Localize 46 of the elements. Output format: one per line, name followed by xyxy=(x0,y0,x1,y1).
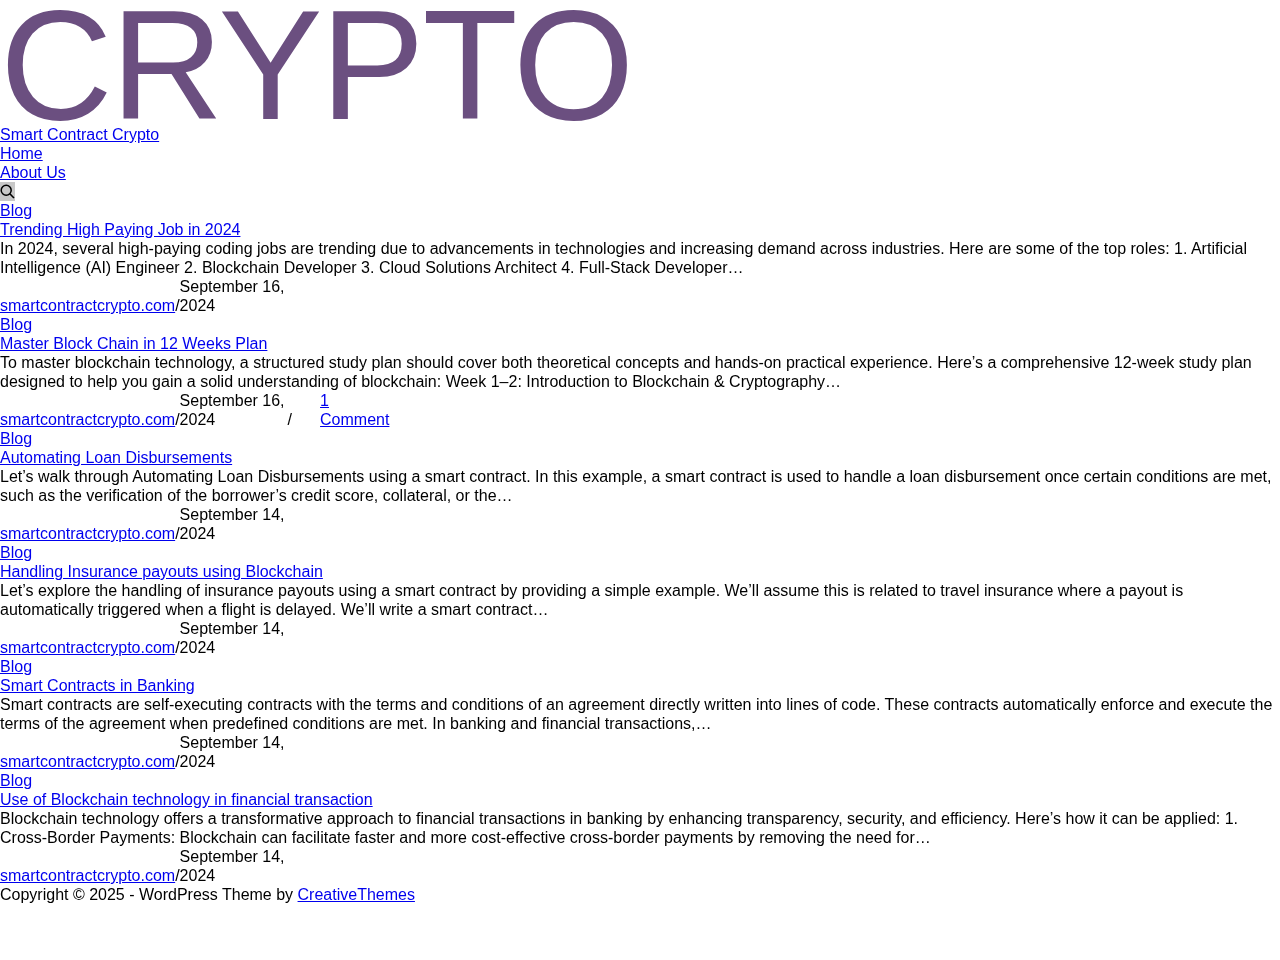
comments-link[interactable]: 1 Comment xyxy=(320,391,393,429)
post-excerpt: Blockchain technology offers a transformative approach to financial transactions in banking by enhancing transparency, security, and efficiency. Here’s how it can be applied: 1. Cross-Border Payments: Blockchain can facilitate faster and more cost-effective cross-border payments by removing the need for… xyxy=(0,809,1240,847)
post-date: September 16, 2024 xyxy=(179,277,286,315)
logo[interactable]: CRYPTO xyxy=(0,0,633,125)
post-excerpt: Let’s walk through Automating Loan Disbursements using a smart contract. In this example, a smart contract is used to handle a loan disbursement once certain conditions are met, such as the verification of the borrower’s credit score, collateral, or the… xyxy=(0,467,1273,505)
nav-link[interactable]: About Us xyxy=(0,163,66,182)
post-excerpt: Let’s explore the handling of insurance payouts using a smart contract by providing a simple example. We’ll assume this is related to travel insurance where a payout is automatically triggered when a flight is delayed. We’ll write a smart contract… xyxy=(0,581,1185,619)
post-excerpt: To master blockchain technology, a structured study plan should cover both theoretical concepts and hands-on practical experience. Here’s a comprehensive 12-week study plan designed to help you gain a solid understanding of blockchain: Week 1–2: Introduction to Blockchain & Cryptography… xyxy=(0,353,1253,391)
copyright-text: Copyright © 2025 - WordPress Theme by CreativeThemes xyxy=(0,885,416,904)
separator: / xyxy=(175,867,180,884)
separator: / xyxy=(175,525,180,542)
post-title-link[interactable]: Trending High Paying Job in 2024 xyxy=(0,220,241,239)
post-title-link[interactable]: Automating Loan Disbursements xyxy=(0,448,233,467)
footer-link[interactable]: CreativeThemes xyxy=(297,886,415,903)
search-icon xyxy=(0,184,15,199)
separator: / xyxy=(175,411,180,428)
author-link[interactable]: smartcontractcrypto.com xyxy=(0,753,176,770)
separator: / xyxy=(175,753,180,770)
post-date: September 14, 2024 xyxy=(179,619,286,657)
category-link[interactable]: Blog xyxy=(0,771,33,790)
category-link[interactable]: Blog xyxy=(0,543,33,562)
category-link[interactable]: Blog xyxy=(0,315,33,334)
post-title-link[interactable]: Master Block Chain in 12 Weeks Plan xyxy=(0,334,268,353)
separator: / xyxy=(287,411,293,428)
separator: / xyxy=(175,297,180,314)
post-excerpt: In 2024, several high-paying coding jobs are trending due to advancements in technologies and increasing demand across industries. Here are some of the top roles: 1. Artificial Intelligence (AI) Engineer 2. Blockchain Developer 3. Cloud Solutions Architect 4. Full-Stack Developer… xyxy=(0,239,1248,277)
post-title-link[interactable]: Use of Blockchain technology in financial transaction xyxy=(0,790,373,809)
nav-link[interactable]: Home xyxy=(0,144,43,163)
author-link[interactable]: smartcontractcrypto.com xyxy=(0,525,176,542)
category-link[interactable]: Blog xyxy=(0,657,33,676)
post-date: September 14, 2024 xyxy=(179,847,286,885)
post-date: September 14, 2024 xyxy=(179,505,286,543)
search-button[interactable] xyxy=(0,182,15,201)
post-date: September 14, 2024 xyxy=(179,733,286,771)
author-link[interactable]: smartcontractcrypto.com xyxy=(0,411,176,428)
category-link[interactable]: Blog xyxy=(0,201,33,220)
post-excerpt: Smart contracts are self-executing contracts with the terms and conditions of an agreement directly written into lines of code. These contracts automatically enforce and execute the terms of the agreement when predefined conditions are met. In banking and financial transactions,… xyxy=(0,695,1274,733)
author-link[interactable]: smartcontractcrypto.com xyxy=(0,297,176,314)
post-title-link[interactable]: Smart Contracts in Banking xyxy=(0,676,195,695)
separator: / xyxy=(175,639,180,656)
author-link[interactable]: smartcontractcrypto.com xyxy=(0,639,176,656)
site-title-link[interactable]: Smart Contract Crypto xyxy=(0,125,160,144)
post-title-link[interactable]: Handling Insurance payouts using Blockchain xyxy=(0,562,323,581)
post-date: September 16, 2024 xyxy=(179,391,286,429)
category-link[interactable]: Blog xyxy=(0,429,33,448)
author-link[interactable]: smartcontractcrypto.com xyxy=(0,867,176,884)
